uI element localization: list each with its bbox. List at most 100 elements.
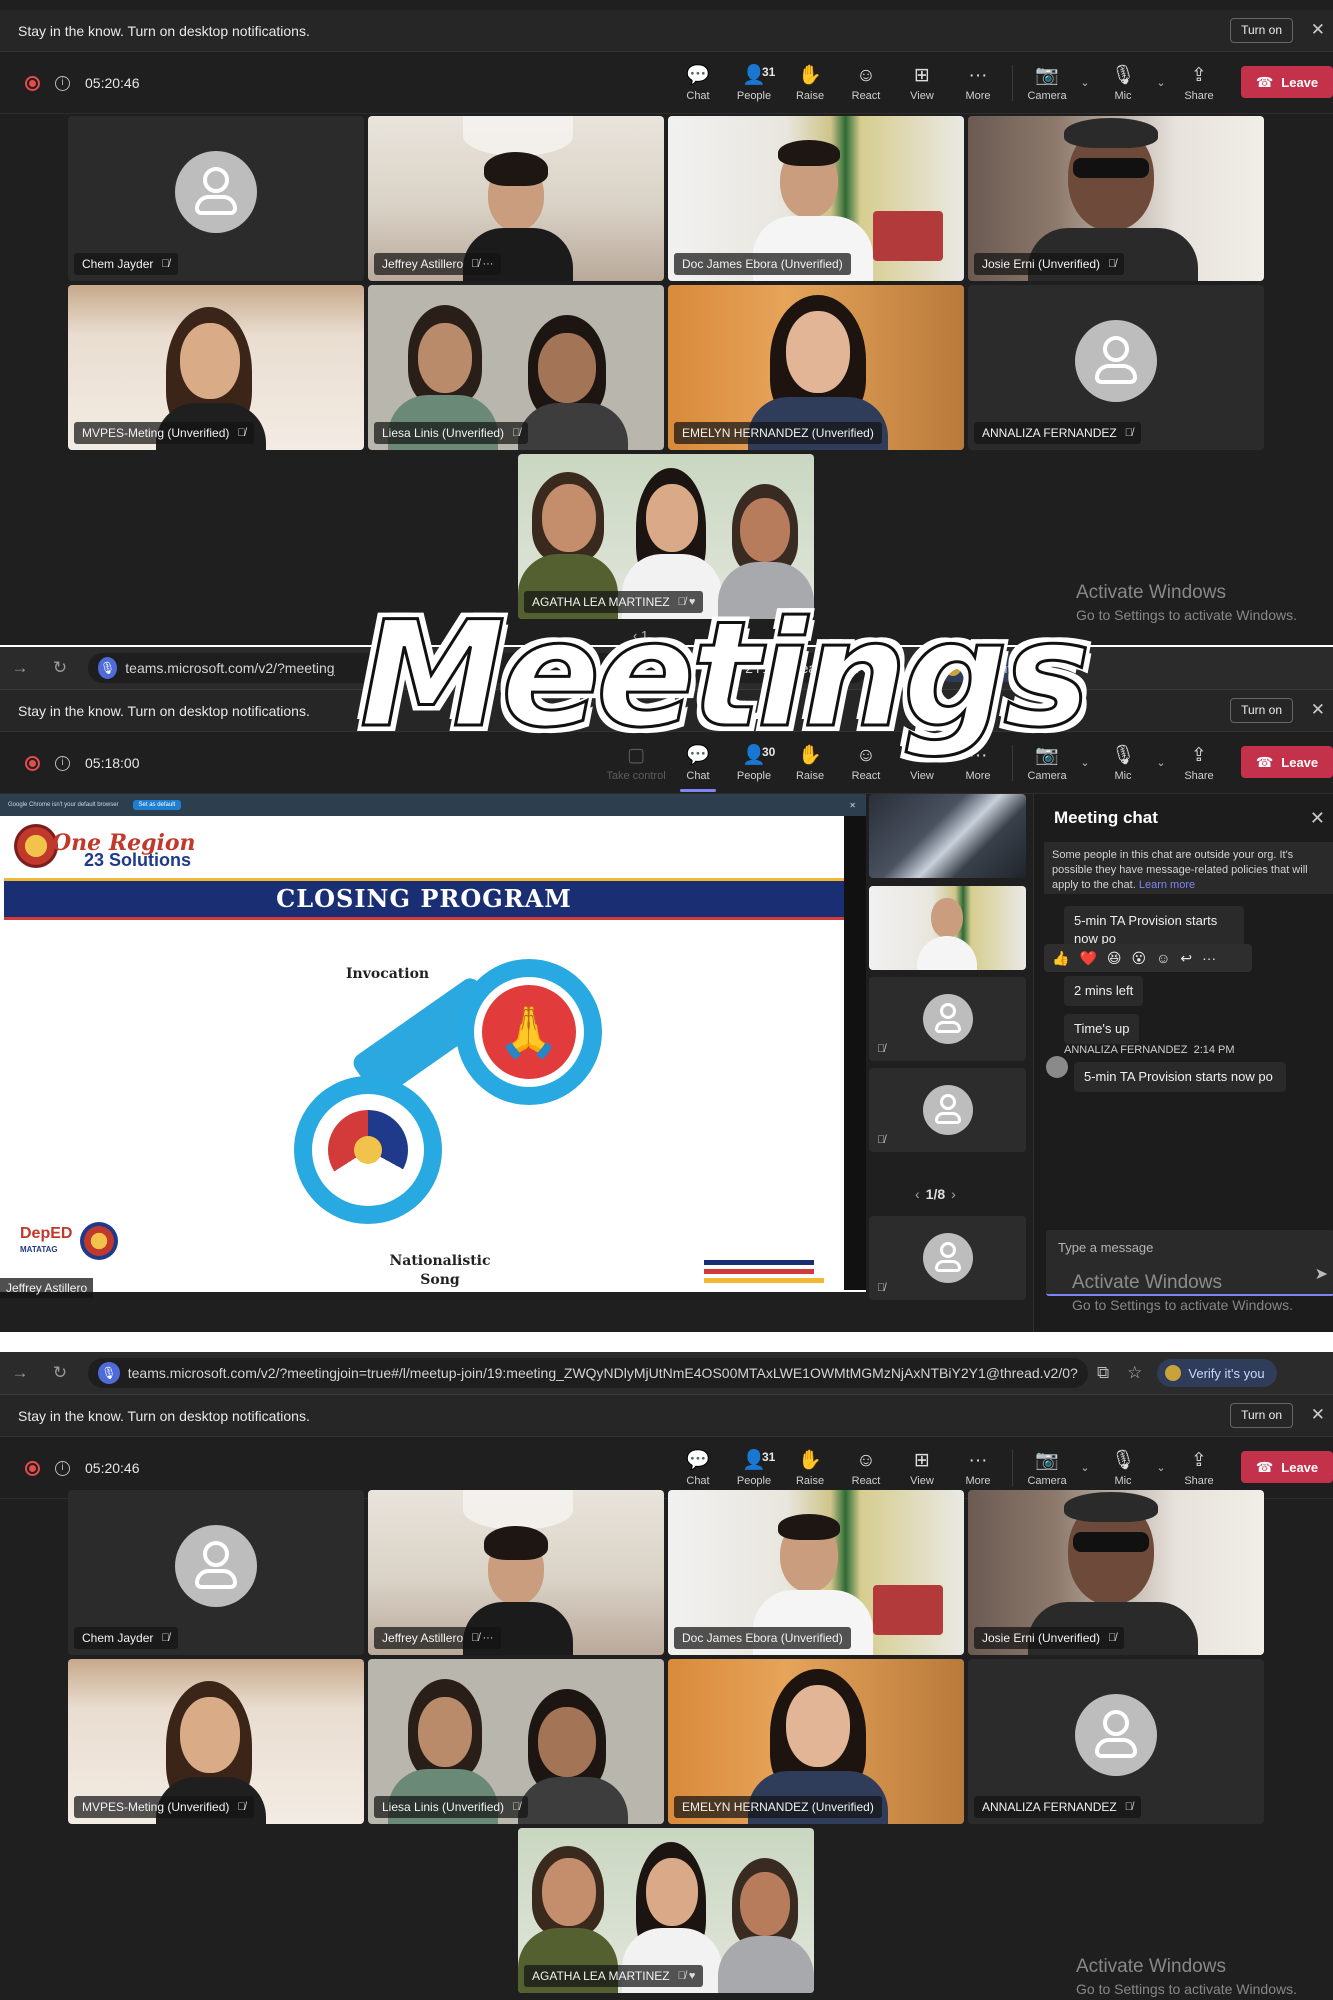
- participant-tile-speaking[interactable]: EMELYN HERNANDEZ (Unverified): [668, 285, 964, 450]
- participant-tile[interactable]: Liesa Linis (Unverified) 🎙̸: [368, 1659, 664, 1824]
- send-icon[interactable]: ➤: [1315, 1264, 1328, 1284]
- chevron-right-icon[interactable]: ›: [951, 1186, 956, 1202]
- participant-tile[interactable]: Chem Jayder 🎙̸: [68, 1490, 364, 1655]
- chevron-left-icon[interactable]: ‹: [915, 1186, 920, 1202]
- raise-hand-button[interactable]: ✋ Raise: [782, 52, 838, 114]
- mic-options-chevron-icon[interactable]: ⌄: [1151, 52, 1171, 114]
- reply-icon[interactable]: ↩: [1180, 950, 1192, 967]
- learn-more-link[interactable]: Learn more: [1139, 879, 1195, 891]
- url-field[interactable]: 🎙 teams.microsoft.com/v2/?meetingjoin=tr…: [88, 1358, 1088, 1388]
- close-icon[interactable]: ✕: [1311, 700, 1325, 720]
- mic-button[interactable]: 🎙 Mic: [1095, 52, 1151, 114]
- rail-tile[interactable]: [869, 794, 1026, 878]
- surprised-icon[interactable]: 😮: [1131, 950, 1146, 967]
- verify-button[interactable]: Verify it's you: [1157, 1359, 1277, 1387]
- hand-icon: ✋: [798, 65, 822, 86]
- recording-icon: [25, 755, 40, 771]
- avatar: [175, 1524, 257, 1607]
- toolbar-divider: [1012, 65, 1013, 101]
- activate-windows-watermark: Activate Windows Go to Settings to activ…: [1072, 1272, 1293, 1313]
- camera-button[interactable]: 📷 Camera: [1019, 52, 1075, 114]
- star-icon[interactable]: ☆: [1127, 1363, 1142, 1383]
- leave-button[interactable]: ☎ Leave: [1241, 66, 1333, 98]
- set-default-button: Set as default: [132, 800, 182, 810]
- meeting-chat-panel: Meeting chat ✕ Some people in this chat …: [1033, 794, 1333, 1332]
- meeting-toolbar: i 05:20:46 💬 Chat 👤 31 People ✋ Raise ☺ React…: [0, 52, 1333, 114]
- install-app-icon[interactable]: ⧉: [1097, 1363, 1109, 1383]
- participant-tile[interactable]: MVPES-Meting (Unverified) 🎙̸: [68, 1659, 364, 1824]
- chat-message[interactable]: 2 mins left: [1064, 976, 1144, 1006]
- rail-tile[interactable]: 🎙̸: [869, 977, 1026, 1061]
- view-button[interactable]: ⊞ View: [894, 52, 950, 114]
- browser-address-bar: → ↻ 🎙 teams.microsoft.com/v2/?meetingjoi…: [0, 1352, 1333, 1395]
- chat-button[interactable]: 💬 Chat: [670, 52, 726, 114]
- more-button[interactable]: ··· More: [950, 52, 1006, 114]
- turn-on-button[interactable]: Turn on: [1230, 698, 1293, 723]
- participant-tile[interactable]: ANNALIZA FERNANDEZ 🎙̸: [968, 1659, 1264, 1824]
- participant-name: Josie Erni (Unverified) 🎙̸: [974, 253, 1125, 275]
- camera-options-chevron-icon[interactable]: ⌄: [1075, 52, 1095, 114]
- meetings-overlay-title: Meetings Meetings: [357, 587, 1095, 764]
- reload-icon[interactable]: ↻: [40, 1363, 80, 1383]
- participant-tile-speaking[interactable]: EMELYN HERNANDEZ (Unverified): [668, 1659, 964, 1824]
- thumbs-up-icon[interactable]: 👍: [1052, 950, 1069, 967]
- participant-tile[interactable]: Chem Jayder 🎙̸: [68, 116, 364, 281]
- grid-icon: ⊞: [914, 1450, 930, 1471]
- sun-icon: [354, 1136, 382, 1164]
- mic-off-icon: 🎙̸: [161, 1632, 170, 1644]
- decorative-bars: [704, 1256, 824, 1283]
- recording-icon: [25, 75, 40, 91]
- laugh-icon[interactable]: 😆: [1107, 950, 1122, 967]
- invocation-bubble: 🙏: [456, 959, 602, 1105]
- participant-tile[interactable]: Doc James Ebora (Unverified): [668, 116, 964, 281]
- deped-logo: DepED MATATAG: [20, 1225, 73, 1255]
- turn-on-button[interactable]: Turn on: [1230, 18, 1293, 43]
- bagong-pilipinas-logo: [80, 1222, 118, 1260]
- people-button[interactable]: 👤 31 People: [726, 52, 782, 114]
- mic-off-icon: 🎙̸ ♥: [677, 1970, 696, 1982]
- leave-button[interactable]: ☎ Leave: [1241, 1451, 1333, 1483]
- slide-banner: CLOSING PROGRAM: [4, 878, 844, 920]
- invocation-label: Invocation: [346, 966, 430, 982]
- rail-tile[interactable]: 🎙̸: [869, 1216, 1026, 1300]
- participant-tile[interactable]: Josie Erni (Unverified) 🎙̸: [968, 116, 1264, 281]
- meeting-timer: 05:18:00: [85, 755, 140, 771]
- chat-message[interactable]: Time's up: [1064, 1014, 1140, 1044]
- participant-tile[interactable]: Jeffrey Astillero 🎙̸ ···: [368, 116, 664, 281]
- turn-on-button[interactable]: Turn on: [1230, 1403, 1293, 1428]
- mic-options-chevron-icon[interactable]: ⌄: [1151, 732, 1171, 794]
- participant-tile[interactable]: MVPES-Meting (Unverified) 🎙̸: [68, 285, 364, 450]
- share-button[interactable]: ⇪ Share: [1171, 52, 1227, 114]
- chat-message[interactable]: 5-min TA Provision starts now po: [1074, 1062, 1286, 1092]
- participant-rail: 🎙̸ 🎙̸ ‹ 1/8 › 🎙̸: [869, 794, 1029, 1300]
- mic-off-icon: 🎙̸: [877, 1282, 886, 1294]
- leave-button[interactable]: ☎ Leave: [1241, 746, 1333, 778]
- participant-tile[interactable]: Liesa Linis (Unverified) 🎙̸: [368, 285, 664, 450]
- participant-name: Doc James Ebora (Unverified): [674, 253, 851, 275]
- reload-icon[interactable]: ↻: [40, 658, 80, 678]
- mic-button[interactable]: 🎙 Mic: [1095, 732, 1151, 794]
- info-icon[interactable]: i: [55, 75, 70, 91]
- share-button[interactable]: ⇪ Share: [1171, 732, 1227, 794]
- participant-tile[interactable]: Josie Erni (Unverified) 🎙̸: [968, 1490, 1264, 1655]
- participant-tile[interactable]: ANNALIZA FERNANDEZ 🎙̸: [968, 285, 1264, 450]
- rail-pager[interactable]: ‹ 1/8 ›: [909, 1186, 962, 1202]
- rail-tile-selected[interactable]: [869, 886, 1026, 970]
- rail-tile[interactable]: 🎙̸: [869, 1068, 1026, 1152]
- ellipsis-icon[interactable]: ···: [1202, 950, 1216, 966]
- participant-name: ANNALIZA FERNANDEZ 🎙̸: [974, 422, 1141, 444]
- add-reaction-icon[interactable]: ☺: [1156, 950, 1170, 966]
- participant-tile[interactable]: AGATHA LEA MARTINEZ 🎙̸ ♥: [518, 1828, 814, 1993]
- forward-icon[interactable]: →: [0, 1363, 40, 1383]
- close-icon[interactable]: ✕: [1310, 808, 1325, 829]
- info-icon[interactable]: i: [55, 1460, 70, 1476]
- react-button[interactable]: ☺ React: [838, 52, 894, 114]
- participant-tile[interactable]: Jeffrey Astillero 🎙̸ ···: [368, 1490, 664, 1655]
- close-icon[interactable]: ✕: [1311, 1405, 1325, 1425]
- participant-tile[interactable]: Doc James Ebora (Unverified): [668, 1490, 964, 1655]
- forward-icon[interactable]: →: [0, 658, 40, 678]
- song-bubble: [294, 1076, 442, 1224]
- info-icon[interactable]: i: [55, 755, 70, 771]
- close-icon[interactable]: ✕: [1311, 20, 1325, 40]
- heart-icon[interactable]: ❤️: [1079, 950, 1096, 967]
